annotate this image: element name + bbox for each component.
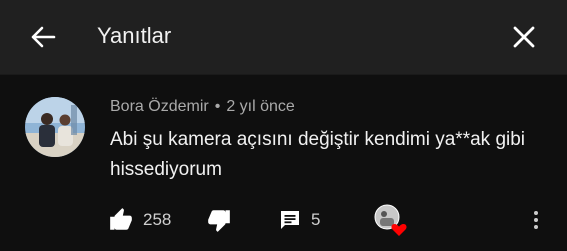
comment-icon xyxy=(281,211,299,229)
like-count: 258 xyxy=(143,210,172,229)
comment-meta: Bora Özdemir • 2 yıl önce xyxy=(110,97,295,117)
comment-item: Bora Özdemir • 2 yıl önce Abi şu kamera aç… xyxy=(0,75,567,251)
comment-actions: 258 5 xyxy=(0,202,567,238)
reply-count: 5 xyxy=(311,210,321,229)
arrow-left-icon xyxy=(31,26,56,48)
dislike-button[interactable] xyxy=(206,202,232,238)
meta-separator: • xyxy=(214,98,221,115)
comment-text: Abi şu kamera açısını değiştir kendimi y… xyxy=(110,129,526,180)
reply-button[interactable]: 5 xyxy=(278,202,320,238)
more-options-button[interactable] xyxy=(530,202,542,238)
back-button[interactable] xyxy=(28,22,58,52)
avatar[interactable] xyxy=(25,97,85,157)
creator-heart-icon xyxy=(374,204,407,236)
thumb-down-icon xyxy=(208,210,230,232)
avatar-photo xyxy=(25,97,85,157)
comment-time: 2 yıl önce xyxy=(226,98,295,115)
more-vertical-icon xyxy=(534,211,538,229)
creator-heart[interactable] xyxy=(373,202,407,238)
close-icon xyxy=(513,26,535,48)
page-title: Yanıtlar xyxy=(97,23,172,48)
author-name[interactable]: Bora Özdemir xyxy=(110,98,209,115)
like-button[interactable]: 258 xyxy=(108,202,171,238)
thumb-up-icon xyxy=(110,208,132,230)
close-button[interactable] xyxy=(510,23,538,51)
top-bar: Yanıtlar xyxy=(0,0,567,74)
